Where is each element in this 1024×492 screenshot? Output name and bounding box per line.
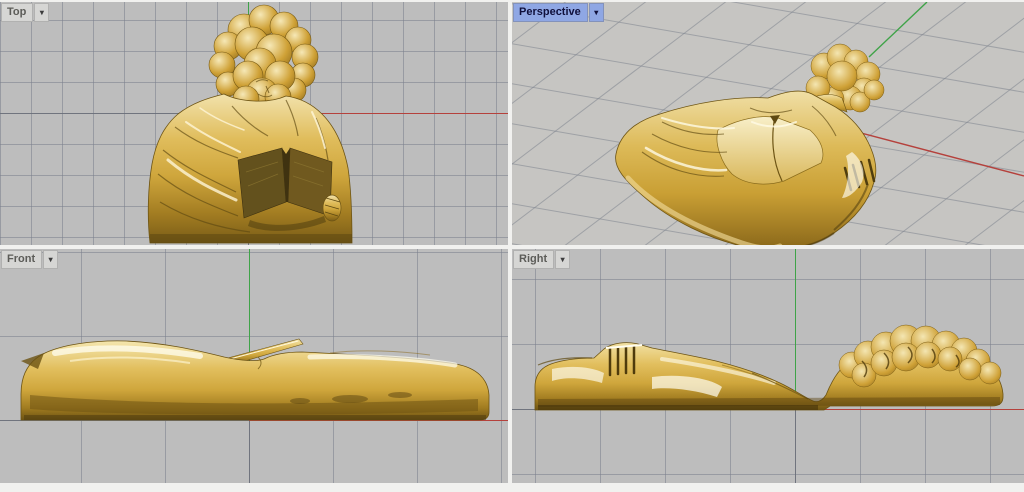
chevron-down-icon[interactable]: ▾: [555, 250, 570, 269]
viewport-front[interactable]: Front ▾: [0, 249, 508, 483]
viewport-tab-label[interactable]: Top: [1, 3, 33, 22]
chevron-down-icon[interactable]: ▾: [589, 3, 604, 22]
viewport-tab-label[interactable]: Front: [1, 250, 42, 269]
viewport-top[interactable]: Top ▾: [0, 2, 508, 245]
viewport-tab-top[interactable]: Top ▾: [1, 3, 49, 22]
viewport-tab-right[interactable]: Right ▾: [513, 250, 570, 269]
viewport-tab-label[interactable]: Right: [513, 250, 554, 269]
statue-perspective-view: [512, 2, 1024, 245]
statue-right-view: [512, 249, 1024, 483]
viewport-perspective[interactable]: Perspective ▾: [512, 2, 1024, 245]
viewport-grid: Top ▾: [0, 0, 1024, 492]
chevron-down-icon[interactable]: ▾: [43, 250, 58, 269]
viewport-right[interactable]: Right ▾: [512, 249, 1024, 483]
chevron-down-icon[interactable]: ▾: [34, 3, 49, 22]
statue-top-view: [0, 2, 508, 245]
statue-front-view: [0, 249, 508, 483]
viewport-tab-label[interactable]: Perspective: [513, 3, 588, 22]
viewport-tab-front[interactable]: Front ▾: [1, 250, 58, 269]
viewport-tab-perspective[interactable]: Perspective ▾: [513, 3, 604, 22]
